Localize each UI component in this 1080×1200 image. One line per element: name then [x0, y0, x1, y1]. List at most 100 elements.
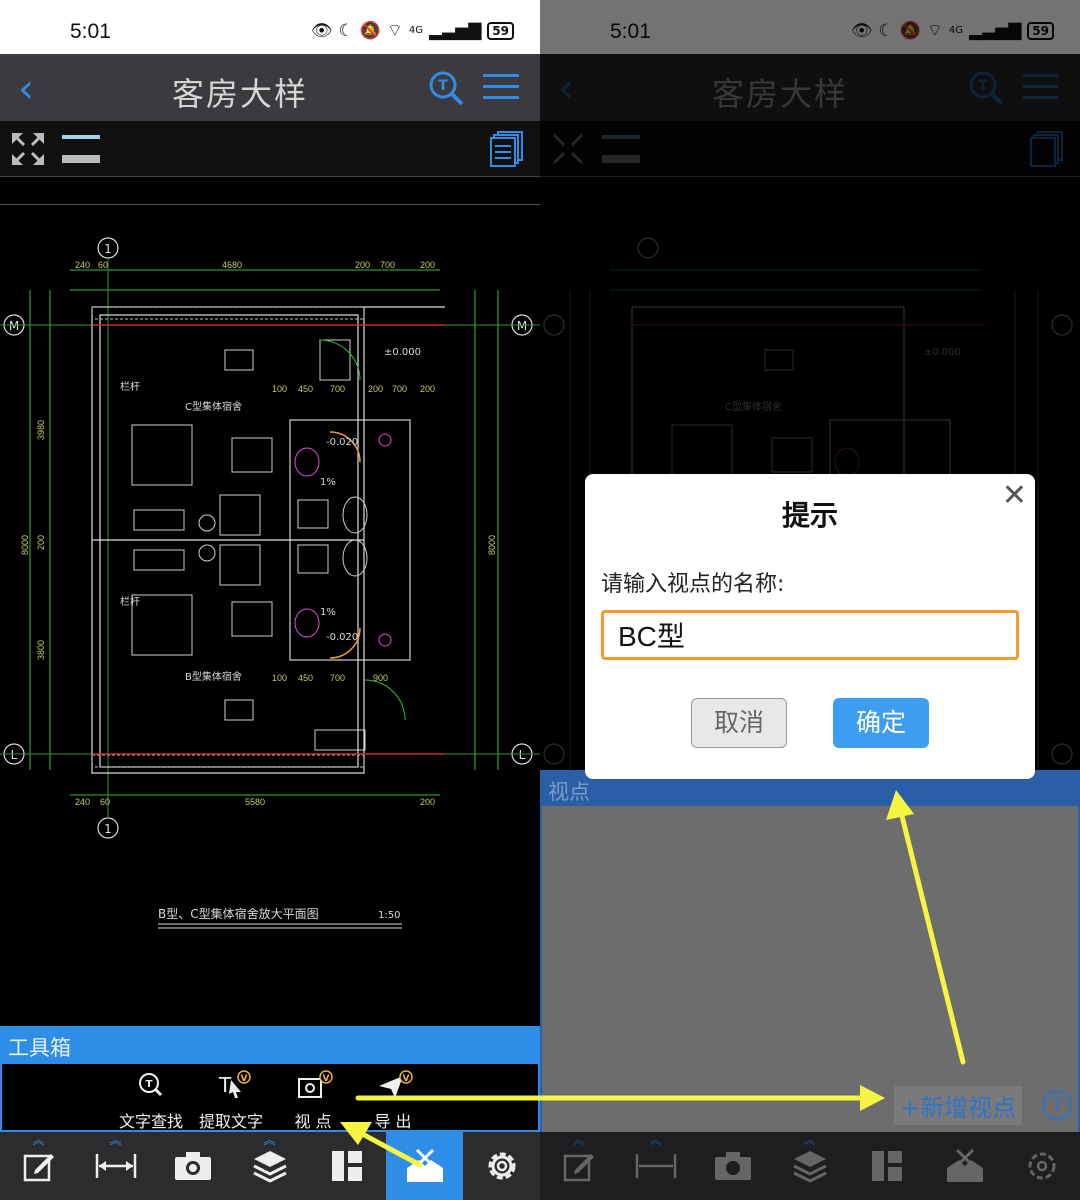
camera-button[interactable] — [154, 1132, 231, 1200]
camera-icon — [174, 1152, 211, 1180]
dim-top-5: 200 — [420, 260, 435, 270]
cad-drawing[interactable]: 1 1 M M L L 240 60 4680 200 700 200 240 … — [0, 210, 540, 1020]
fullscreen-icon[interactable] — [10, 131, 46, 167]
bottom-nav: ︽ ︽ ︽ — [540, 1132, 1080, 1200]
status-bar: 5:01 👁 ☾ 🔕 ⌔ 4G ▂▃▅▇ 59 — [0, 0, 540, 54]
menu-icon[interactable] — [483, 72, 519, 102]
line-weight-icon[interactable] — [62, 133, 100, 165]
signal-icon: ▂▃▅▇ — [429, 20, 482, 41]
chevron-up-icon: ︽ — [803, 1133, 816, 1147]
measure-button[interactable]: ︽ — [617, 1132, 694, 1200]
toolbox-panel: T 文字查找 T V 提取文字 V 视 点 V 导 出 — [0, 1062, 540, 1133]
dialog-title: 提示 — [781, 499, 838, 532]
axis-l-left: L — [11, 748, 18, 762]
slope-bottom: 1% — [320, 607, 336, 618]
axis-m-left: M — [9, 319, 19, 333]
gear-icon — [1028, 1152, 1055, 1180]
measure-button[interactable]: ︽ — [77, 1132, 154, 1200]
eye-icon: 👁 — [310, 20, 333, 41]
layout-button[interactable] — [308, 1132, 385, 1200]
help-icon[interactable]: ? — [1042, 1090, 1072, 1120]
text-search-icon: T — [139, 1073, 163, 1097]
status-time: 5:01 — [70, 20, 111, 43]
layout-icon — [331, 1151, 362, 1181]
dim-top-0: 240 — [75, 260, 90, 270]
gear-icon — [488, 1152, 515, 1180]
tool-export[interactable]: V 导 出 — [358, 1070, 428, 1133]
measure-icon — [95, 1154, 136, 1178]
annotate-button[interactable]: ︽ — [0, 1132, 77, 1200]
svg-text:T: T — [146, 1079, 153, 1090]
layers-button[interactable]: ︽ — [771, 1132, 848, 1200]
toolbox-button[interactable] — [926, 1132, 1003, 1200]
name-viewpoint-dialog: 提示 ✕ 请输入视点的名称: 取消 确定 — [585, 474, 1035, 779]
tool-label: 视 点 — [278, 1108, 348, 1133]
edit-icon — [563, 1154, 594, 1182]
drawing-scale: 1:50 — [378, 910, 400, 921]
dim-mid-5: 200 — [420, 384, 435, 394]
toolbox-icon — [406, 1148, 443, 1182]
vip-badge: V — [241, 1074, 248, 1084]
tool-extract-text[interactable]: T V 提取文字 — [196, 1070, 266, 1133]
page-title: 客房大样 — [171, 75, 308, 113]
dim-bottom-1: 60 — [100, 797, 110, 807]
dim-mid-1: 450 — [298, 384, 313, 394]
viewpoint-name-input[interactable] — [601, 610, 1019, 660]
tool-viewpoint[interactable]: V 视 点 — [278, 1070, 348, 1133]
chevron-up-icon: ︽ — [572, 1133, 585, 1147]
dim-top-1: 60 — [98, 260, 108, 270]
screen: 5:01 👁 ☾ 🔕 ⌔ 4G ▂▃▅▇ 59 ‹ 客房大样 T 1 1 M M… — [0, 0, 1080, 1200]
add-viewpoint-button[interactable]: +新增视点 — [894, 1086, 1023, 1125]
tool-text-search[interactable]: T 文字查找 — [116, 1070, 186, 1133]
moon-icon: ☾ — [338, 20, 354, 41]
dim-left-1: 8000 — [20, 535, 30, 555]
dim-bottom-3: 200 — [420, 797, 435, 807]
cancel-button[interactable]: 取消 — [691, 698, 787, 748]
layers-button[interactable]: ︽ — [231, 1132, 308, 1200]
toolbox-icon — [946, 1148, 983, 1182]
toolbox-button[interactable] — [386, 1132, 463, 1200]
dim-top-2: 4680 — [222, 260, 242, 270]
tool-label: 提取文字 — [196, 1108, 266, 1133]
layers-icon — [792, 1151, 827, 1183]
dim-top-4: 700 — [380, 260, 395, 270]
vip-badge: V — [323, 1074, 330, 1084]
chevron-up-icon: ︽ — [649, 1133, 662, 1147]
axis-l-right: L — [519, 748, 526, 762]
rail-label-bottom: 栏杆 — [120, 595, 140, 608]
axis-m-right: M — [517, 319, 527, 333]
network-label: 4G — [408, 25, 423, 36]
settings-button[interactable] — [463, 1132, 540, 1200]
dim-bottom-2: 5580 — [245, 797, 265, 807]
text-search-icon[interactable]: T — [428, 70, 464, 106]
layout-button[interactable] — [848, 1132, 925, 1200]
dim-mid2-0: 100 — [272, 673, 287, 683]
settings-button[interactable] — [1003, 1132, 1080, 1200]
dim-mid-2: 700 — [330, 384, 345, 394]
measure-icon — [635, 1154, 676, 1178]
edit-icon — [23, 1154, 54, 1182]
room-b-label: B型集体宿舍 — [185, 670, 242, 683]
svg-text:T: T — [438, 78, 448, 94]
annotate-button[interactable]: ︽ — [540, 1132, 617, 1200]
dim-mid2-1: 450 — [298, 673, 313, 683]
close-icon[interactable]: ✕ — [1002, 478, 1027, 513]
axis-1-top: 1 — [104, 242, 112, 256]
wifi-icon: ⌔ — [386, 21, 403, 41]
chevron-up-icon: ︽ — [109, 1133, 122, 1147]
camera-icon — [714, 1152, 751, 1180]
dim-mid-3: 200 — [368, 384, 383, 394]
dim-left-0: 3980 — [36, 420, 46, 440]
export-icon: V — [379, 1070, 413, 1098]
dim-left-3: 3800 — [36, 640, 46, 660]
title-bar: ‹ 客房大样 T — [0, 54, 540, 121]
axis-1-bottom: 1 — [104, 822, 112, 836]
confirm-button[interactable]: 确定 — [833, 698, 929, 748]
vip-badge: V — [403, 1074, 410, 1084]
left-screenshot: 5:01 👁 ☾ 🔕 ⌔ 4G ▂▃▅▇ 59 ‹ 客房大样 T 1 1 M M… — [0, 0, 540, 1200]
camera-button[interactable] — [694, 1132, 771, 1200]
layouts-icon[interactable] — [490, 131, 524, 167]
drop-top: -0.020 — [326, 437, 358, 448]
view-toolbar — [0, 121, 540, 177]
battery-icon: 59 — [487, 21, 514, 40]
